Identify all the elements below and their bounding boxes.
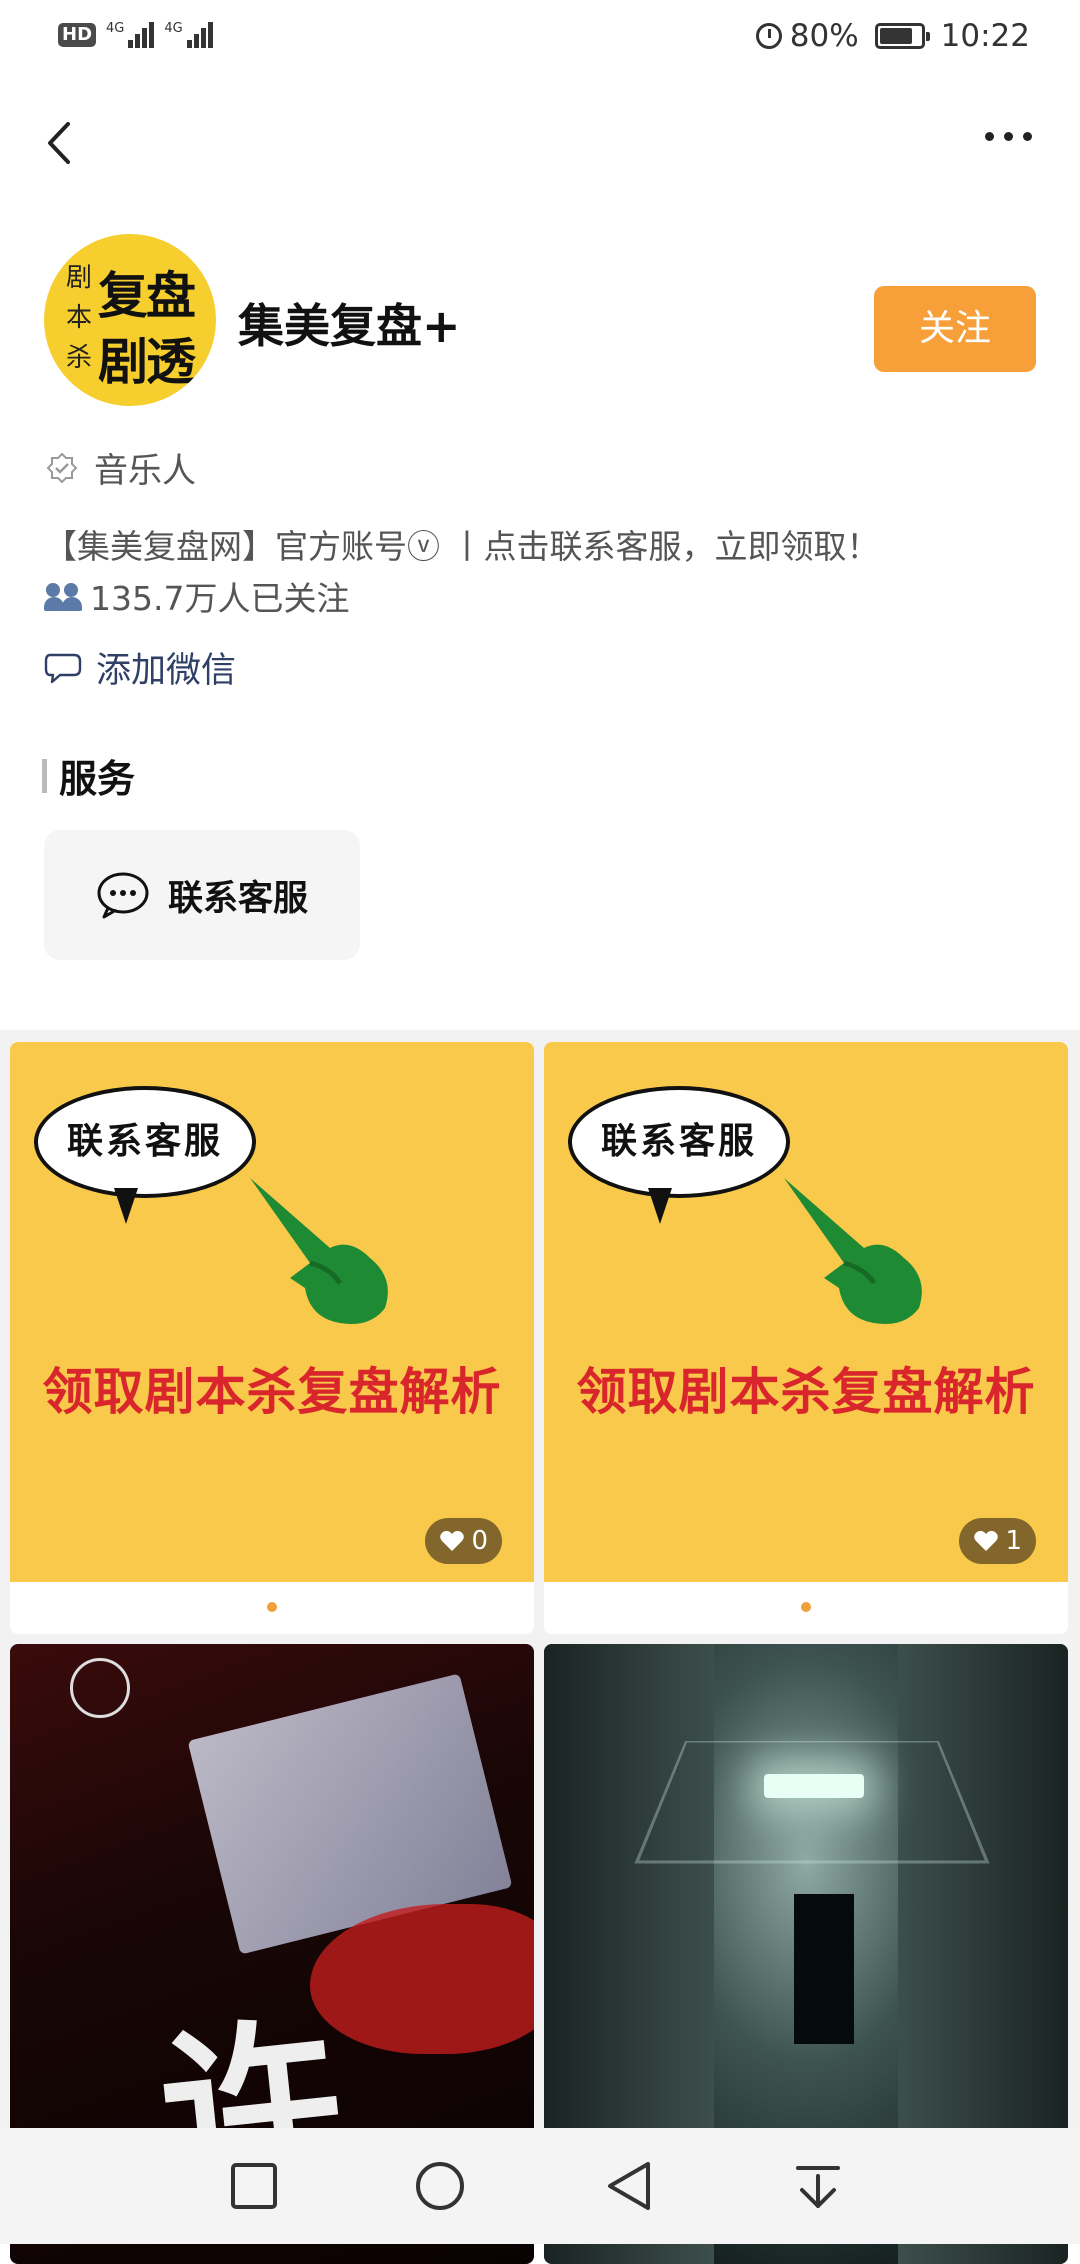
contact-service-label: 联系客服 [167, 878, 308, 919]
section-accent [42, 758, 47, 793]
speech-bubble: 联系客服 [34, 1086, 256, 1198]
circle-icon[interactable] [414, 2160, 466, 2212]
system-nav-bar [0, 2128, 1080, 2244]
heart-icon [974, 1530, 999, 1551]
services-heading: 服务 [42, 748, 135, 803]
pointing-hand-icon [250, 1178, 388, 1324]
followers-count: 135.7万人已关注 [90, 579, 350, 618]
triangle-back-icon[interactable] [604, 2160, 656, 2212]
status-left: HD 4G 4G [58, 22, 213, 48]
chat-outline-icon [44, 653, 82, 683]
signal-icon: 4G [164, 21, 213, 48]
battery-icon [874, 23, 930, 49]
services-title: 服务 [59, 757, 136, 801]
clock: 10:22 [940, 18, 1030, 54]
contact-service-button[interactable]: 联系客服 [44, 830, 360, 960]
battery-fill [879, 28, 912, 44]
people-icon [44, 581, 86, 611]
page-dot [801, 1602, 811, 1612]
avatar-small-text: 剧 本 杀 [65, 263, 92, 373]
follow-button[interactable]: 关注 [874, 286, 1036, 372]
heart-icon [440, 1530, 465, 1551]
chat-bubble-icon [97, 872, 149, 919]
alarm-icon [755, 23, 782, 49]
avatar-big-text: 剧透 [98, 333, 196, 391]
avatar[interactable]: 剧 本 杀 复盘 剧透 [44, 234, 216, 406]
network-label: 4G [106, 21, 125, 36]
speech-bubble: 联系客服 [568, 1086, 790, 1198]
promo-image: 联系客服 领取剧本杀复盘解析 1 [544, 1042, 1068, 1582]
like-counter[interactable]: 1 [959, 1518, 1036, 1564]
status-bar: HD 4G 4G 80% 10:22 [0, 0, 1080, 80]
account-name: 集美复盘+ [238, 299, 461, 353]
verified-badge-icon [46, 452, 78, 483]
speech-bubble-tail [114, 1188, 138, 1224]
avatar-big-text: 复盘 [98, 267, 196, 325]
status-right: 80% 10:22 [755, 18, 1030, 54]
post-card[interactable]: 联系客服 领取剧本杀复盘解析 0 [10, 1042, 534, 1634]
chevron-left-icon[interactable] [36, 118, 86, 168]
promo-headline: 领取剧本杀复盘解析 [576, 1363, 1036, 1421]
bio-text: 【集美复盘网】官方账号ⓥ 丨点击联系客服，立即领取！ [44, 527, 880, 566]
promo-image: 联系客服 领取剧本杀复盘解析 0 [10, 1042, 534, 1582]
add-wechat-link[interactable]: 添加微信 [44, 642, 236, 693]
certification-row: 音乐人 [46, 443, 196, 492]
speech-bubble-tail [648, 1188, 672, 1224]
add-wechat-label: 添加微信 [96, 651, 237, 691]
card-footer [544, 1582, 1068, 1634]
pointing-hand-icon [784, 1178, 922, 1324]
page-dot [267, 1602, 277, 1612]
download-arrow-icon[interactable] [792, 2160, 844, 2212]
certification-label: 音乐人 [94, 451, 196, 491]
like-count: 0 [471, 1526, 488, 1556]
square-icon[interactable] [228, 2160, 280, 2212]
battery-percent: 80% [789, 18, 859, 54]
post-card[interactable]: 联系客服 领取剧本杀复盘解析 1 [544, 1042, 1068, 1634]
more-horizontal-icon[interactable] [985, 132, 1032, 141]
like-counter[interactable]: 0 [425, 1518, 502, 1564]
like-count: 1 [1005, 1526, 1022, 1556]
promo-headline: 领取剧本杀复盘解析 [42, 1363, 502, 1421]
posts-grid: 联系客服 领取剧本杀复盘解析 0 联系客服 领取剧本杀复盘解析 1 许 [0, 1030, 1080, 2264]
hd-badge: HD [58, 23, 97, 47]
network-label: 4G [164, 21, 183, 36]
studio-logo [70, 1658, 130, 1718]
card-footer [10, 1582, 534, 1634]
signal-icon: 4G [106, 21, 155, 48]
ceiling-light [764, 1774, 864, 1798]
followers-row: 135.7万人已关注 [44, 572, 349, 620]
corridor-end [794, 1894, 854, 2044]
